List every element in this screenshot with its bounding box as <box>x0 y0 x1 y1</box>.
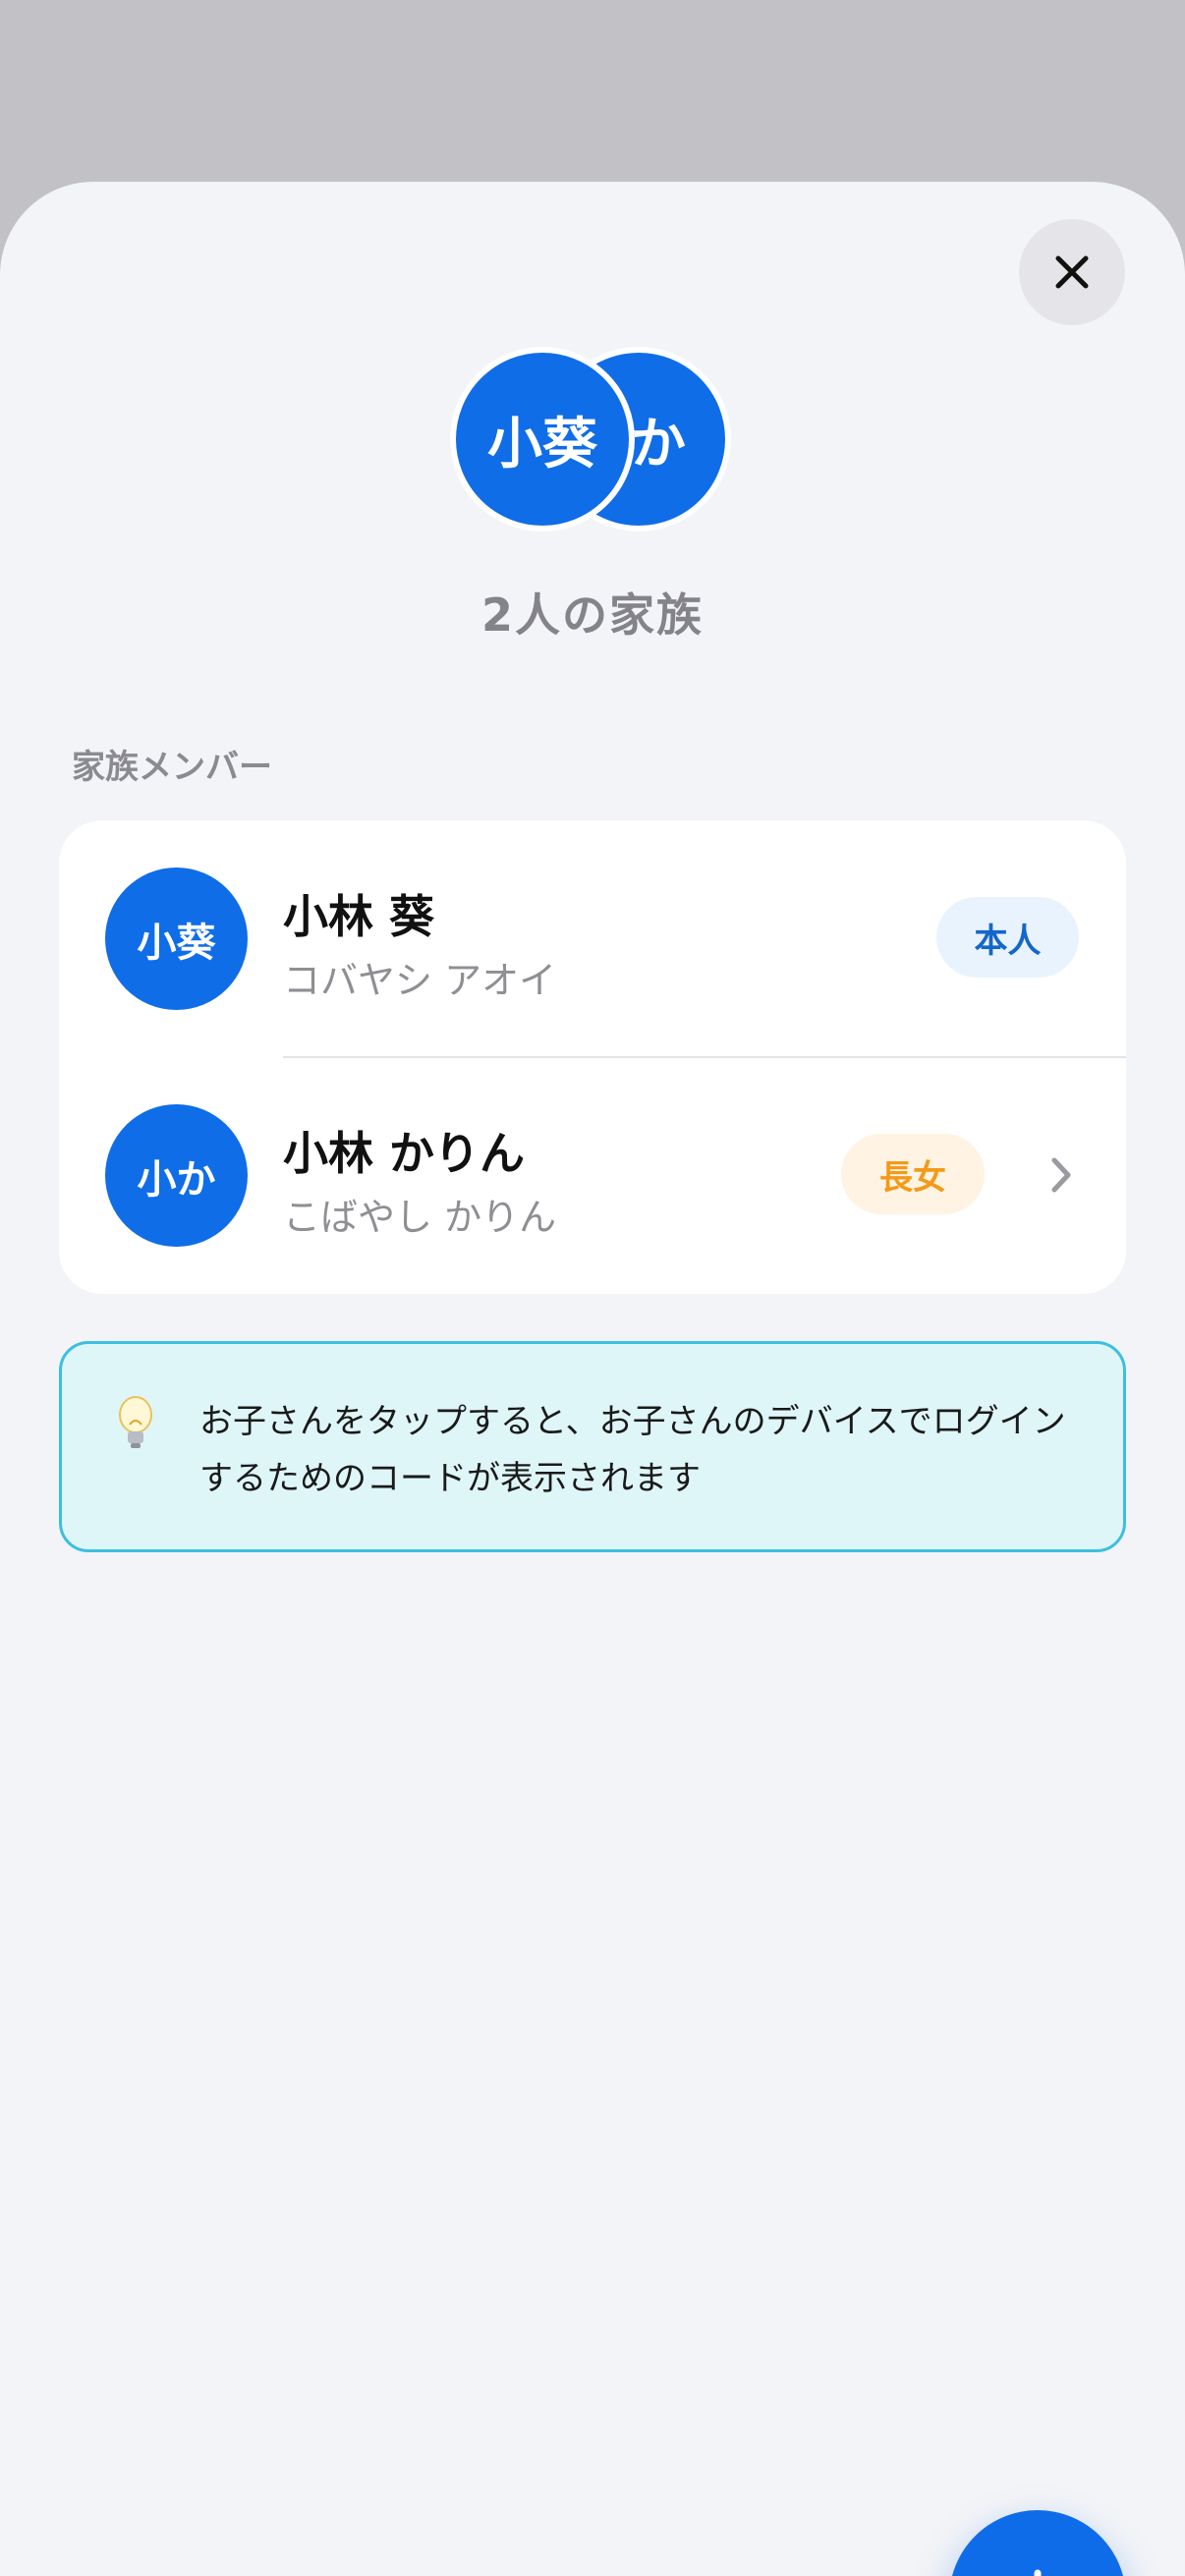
member-name: 小林 かりん <box>283 1127 526 1180</box>
avatar-initials: 小か <box>137 1156 216 1203</box>
avatar-initials: か <box>631 412 686 476</box>
avatar-initials: 小葵 <box>487 412 597 476</box>
family-count-title: 2人の家族 <box>480 588 704 642</box>
member-row-self[interactable]: 小葵 小林 葵 コバヤシ アオイ 本人 <box>59 820 1126 1057</box>
member-name: 小林 葵 <box>283 890 435 943</box>
plus-icon <box>1034 2569 1042 2576</box>
members-list: 小葵 小林 葵 コバヤシ アオイ 本人 小か 小林 かりん こばやし かりん 長… <box>59 820 1126 1294</box>
family-sheet: か 小葵 2人の家族 家族メンバー 小葵 小林 葵 コバヤシ アオイ 本人 小か… <box>0 182 1185 2576</box>
family-avatar-group: か 小葵 <box>450 347 735 533</box>
member-kana: コバヤシ アオイ <box>283 959 557 1002</box>
role-badge: 長女 <box>841 1134 985 1214</box>
avatar: 小か <box>105 1104 248 1247</box>
member-kana: こばやし かりん <box>283 1196 557 1239</box>
section-label: 家族メンバー <box>72 748 272 787</box>
member-row-child[interactable]: 小か 小林 かりん こばやし かりん 長女 <box>59 1057 1126 1294</box>
hint-box: お子さんをタップすると、お子さんのデバイスでログインするためのコードが表示されま… <box>59 1341 1126 1552</box>
close-button[interactable] <box>1019 219 1125 325</box>
close-icon <box>1055 255 1089 289</box>
add-member-button[interactable] <box>949 2510 1126 2576</box>
role-badge: 本人 <box>936 897 1079 978</box>
avatar: 小葵 <box>450 347 635 532</box>
hint-text: お子さんをタップすると、お子さんのデバイスでログインするためのコードが表示されま… <box>199 1402 1066 1498</box>
chevron-right-icon <box>1042 1155 1081 1195</box>
avatar-initials: 小葵 <box>137 920 216 966</box>
avatar: 小葵 <box>105 868 248 1010</box>
lightbulb-icon <box>119 1396 152 1448</box>
